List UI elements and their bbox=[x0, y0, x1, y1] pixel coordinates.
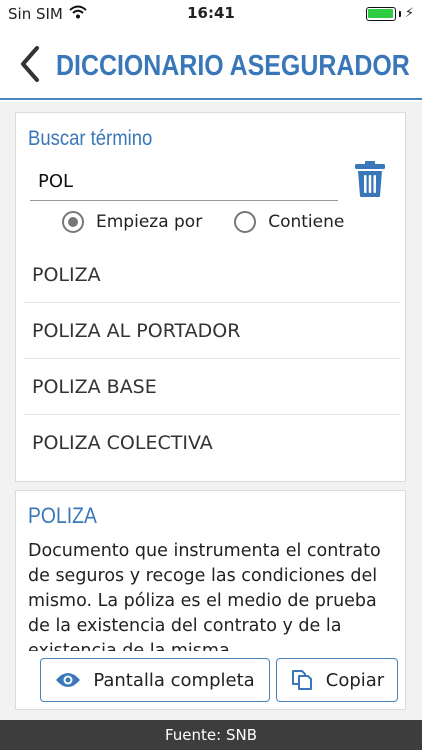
list-item[interactable]: POLIZA BASE bbox=[24, 359, 400, 415]
results-list: POLIZA POLIZA AL PORTADOR POLIZA BASE PO… bbox=[24, 247, 400, 471]
copy-icon bbox=[291, 670, 312, 690]
definition-text[interactable]: Documento que instrumenta el contrato de… bbox=[28, 539, 400, 651]
search-label: Buscar término bbox=[28, 127, 153, 150]
clear-search-button[interactable] bbox=[350, 157, 390, 201]
chevron-left-icon bbox=[21, 46, 39, 82]
battery-tip bbox=[398, 10, 401, 17]
definition-term: POLIZA bbox=[28, 503, 97, 528]
radio-starts-with[interactable]: Empieza por bbox=[62, 211, 202, 233]
radio-contains-indicator[interactable] bbox=[234, 211, 257, 233]
search-card: Buscar término Empieza por Contiene POLI… bbox=[15, 112, 406, 482]
radio-contains[interactable]: Contiene bbox=[234, 211, 344, 233]
copy-button[interactable]: Copiar bbox=[276, 658, 398, 702]
battery-icon bbox=[365, 6, 396, 21]
radio-contains-label: Contiene bbox=[268, 212, 345, 232]
search-mode-group: Empieza por Contiene bbox=[62, 211, 344, 233]
radio-starts-with-label: Empieza por bbox=[96, 212, 203, 232]
radio-starts-with-indicator[interactable] bbox=[62, 211, 84, 233]
source-footer: Fuente: SNB bbox=[0, 720, 422, 750]
app-header: DICCIONARIO ASEGURADOR bbox=[0, 28, 422, 100]
status-right: ⚡ bbox=[365, 6, 414, 21]
list-item[interactable]: POLIZA AL PORTADOR bbox=[24, 303, 400, 359]
eye-icon bbox=[56, 673, 81, 687]
copy-label: Copiar bbox=[325, 669, 385, 691]
fullscreen-label: Pantalla completa bbox=[93, 669, 255, 691]
fullscreen-button[interactable]: Pantalla completa bbox=[40, 658, 270, 702]
search-input[interactable] bbox=[30, 163, 338, 201]
back-button[interactable] bbox=[14, 42, 46, 86]
status-time: 16:41 bbox=[187, 4, 235, 22]
trash-icon bbox=[355, 161, 385, 197]
charging-icon: ⚡ bbox=[404, 6, 414, 21]
page-title: DICCIONARIO ASEGURADOR bbox=[56, 50, 410, 82]
status-bar: Sin SIM 16:41 ⚡ bbox=[0, 0, 422, 28]
list-item[interactable]: POLIZA bbox=[24, 247, 400, 303]
list-item[interactable]: POLIZA COLECTIVA bbox=[24, 415, 400, 471]
battery-level bbox=[368, 9, 394, 18]
